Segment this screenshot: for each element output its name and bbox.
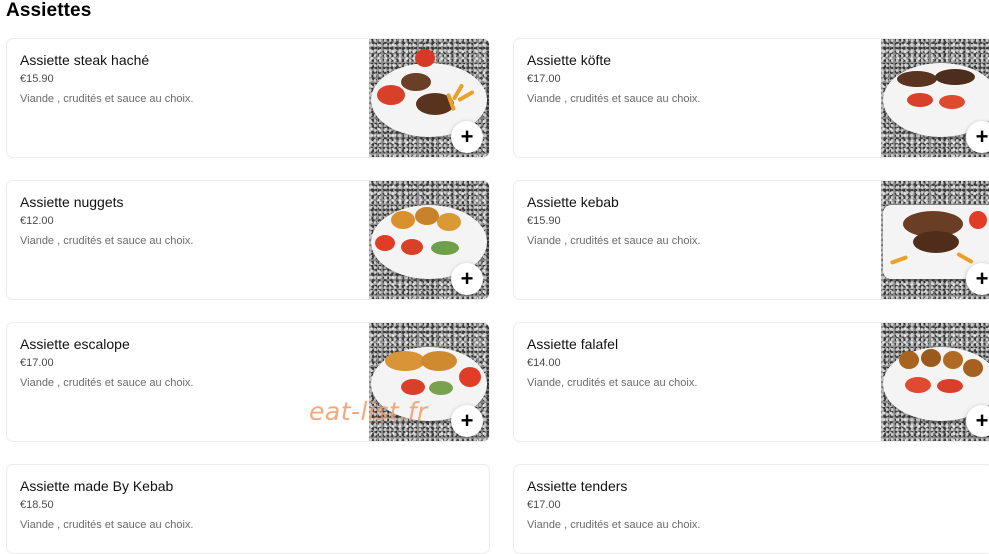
add-to-cart-button[interactable]: +: [966, 405, 989, 437]
item-name: Assiette kebab: [527, 194, 619, 210]
item-price: €15.90: [20, 73, 54, 85]
item-description: Viande , crudités et sauce au choix.: [20, 235, 194, 247]
plus-icon: +: [460, 266, 474, 291]
item-name: Assiette köfte: [527, 52, 612, 68]
menu-item-info: Assiette escalope €17.00 Viande , crudit…: [20, 335, 360, 390]
menu-item-card[interactable]: Assiette steak haché €15.90 Viande , cru…: [6, 38, 490, 158]
item-description: Viande , crudités et sauce au choix.: [527, 235, 701, 247]
item-description: Viande , crudités et sauce au choix.: [20, 377, 194, 389]
item-description: Viande , crudités et sauce au choix.: [527, 93, 701, 105]
item-price: €18.50: [20, 499, 54, 511]
watermark: eat-list.fr: [309, 397, 428, 426]
item-description: Viande , crudités et sauce au choix.: [20, 519, 194, 531]
add-to-cart-button[interactable]: +: [966, 121, 989, 153]
plus-icon: +: [975, 266, 989, 291]
menu-item-card[interactable]: Assiette tenders €17.00 Viande , crudité…: [513, 464, 989, 554]
plus-icon: +: [975, 408, 989, 433]
item-name: Assiette falafel: [527, 336, 619, 352]
add-to-cart-button[interactable]: +: [451, 263, 483, 295]
item-price: €17.00: [527, 73, 561, 85]
menu-item-info: Assiette made By Kebab €18.50 Viande , c…: [20, 477, 360, 532]
plus-icon: +: [460, 408, 474, 433]
item-name: Assiette tenders: [527, 478, 628, 494]
menu-item-card[interactable]: Assiette nuggets €12.00 Viande , crudité…: [6, 180, 490, 300]
item-photo: +: [369, 39, 489, 157]
item-price: €12.00: [20, 215, 54, 227]
item-name: Assiette steak haché: [20, 52, 150, 68]
menu-item-card[interactable]: Assiette falafel €14.00 Viande, crudités…: [513, 322, 989, 442]
menu-item-info: Assiette kebab €15.90 Viande , crudités …: [527, 193, 867, 248]
item-name: Assiette made By Kebab: [20, 478, 174, 494]
item-description: Viande , crudités et sauce au choix.: [527, 519, 701, 531]
menu-item-info: Assiette falafel €14.00 Viande, crudités…: [527, 335, 867, 390]
item-photo: +: [369, 181, 489, 299]
menu-grid: Assiette steak haché €15.90 Viande , cru…: [0, 0, 989, 554]
item-price: €17.00: [527, 499, 561, 511]
item-photo: +: [881, 39, 989, 157]
menu-item-card[interactable]: Assiette köfte €17.00 Viande , crudités …: [513, 38, 989, 158]
menu-item-card[interactable]: Assiette made By Kebab €18.50 Viande , c…: [6, 464, 490, 554]
menu-item-info: Assiette tenders €17.00 Viande , crudité…: [527, 477, 867, 532]
item-name: Assiette escalope: [20, 336, 130, 352]
add-to-cart-button[interactable]: +: [966, 263, 989, 295]
item-photo: +: [881, 181, 989, 299]
item-price: €14.00: [527, 357, 561, 369]
add-to-cart-button[interactable]: +: [451, 405, 483, 437]
item-description: Viande, crudités et sauce au choix.: [527, 377, 698, 389]
menu-item-info: Assiette steak haché €15.90 Viande , cru…: [20, 51, 360, 106]
menu-item-card[interactable]: Assiette kebab €15.90 Viande , crudités …: [513, 180, 989, 300]
item-description: Viande , crudités et sauce au choix.: [20, 93, 194, 105]
item-name: Assiette nuggets: [20, 194, 124, 210]
item-photo: +: [881, 323, 989, 441]
menu-item-info: Assiette nuggets €12.00 Viande , crudité…: [20, 193, 360, 248]
plus-icon: +: [460, 124, 474, 149]
menu-item-info: Assiette köfte €17.00 Viande , crudités …: [527, 51, 867, 106]
add-to-cart-button[interactable]: +: [451, 121, 483, 153]
item-price: €15.90: [527, 215, 561, 227]
item-price: €17.00: [20, 357, 54, 369]
plus-icon: +: [975, 124, 989, 149]
